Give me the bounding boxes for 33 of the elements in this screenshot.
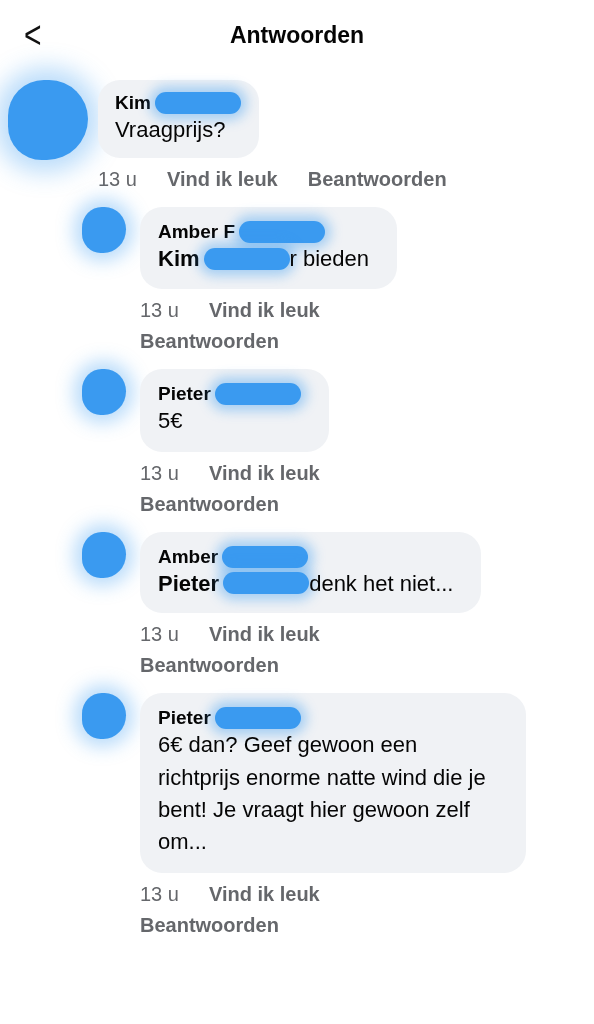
comment-text: r bieden <box>289 245 370 274</box>
redacted-avatar <box>82 693 126 740</box>
back-button[interactable]: < <box>18 12 48 58</box>
reply-link[interactable]: Beantwoorden <box>140 654 279 678</box>
redacted-avatar <box>82 369 126 416</box>
comment-text: Vraagprijs? <box>115 116 227 144</box>
like-link[interactable]: Vind ik leuk <box>166 168 278 192</box>
reply-link[interactable]: Beantwoorden <box>140 913 279 937</box>
author-name[interactable]: Pieter <box>158 707 211 730</box>
mention-name[interactable]: Kim <box>158 243 200 276</box>
like-link[interactable]: Vind ik leuk <box>208 882 320 906</box>
timestamp: 13 u <box>140 299 179 323</box>
timestamp: 13 u <box>140 461 179 485</box>
mention-name[interactable]: Pieter <box>158 567 220 600</box>
like-link[interactable]: Vind ik leuk <box>208 299 320 323</box>
redacted-avatar <box>82 207 126 254</box>
timestamp: 13 u <box>140 623 179 647</box>
comment-text: 5€ <box>158 407 184 436</box>
author-name[interactable]: Pieter <box>158 383 211 406</box>
author-name[interactable]: Kim <box>115 92 151 114</box>
reply-link[interactable]: Beantwoorden <box>140 330 279 354</box>
like-link[interactable]: Vind ik leuk <box>208 461 320 485</box>
reply-link[interactable]: Beantwoorden <box>140 492 279 516</box>
redacted-avatar <box>82 531 126 578</box>
comment-text: denk het niet... <box>309 569 454 598</box>
page-title: Antwoorden <box>229 21 365 49</box>
like-link[interactable]: Vind ik leuk <box>208 623 320 647</box>
comment-text: 6€ dan? Geef gewoon een richtprijs enorme natte wind die je bent! Je vraagt hier gewoon zelf om... <box>158 731 487 857</box>
reply-link[interactable]: Beantwoorden <box>307 168 447 192</box>
author-name[interactable]: Amber F <box>158 221 236 244</box>
timestamp: 13 u <box>140 882 179 906</box>
timestamp: 13 u <box>98 168 137 192</box>
author-name[interactable]: Amber <box>158 545 219 568</box>
